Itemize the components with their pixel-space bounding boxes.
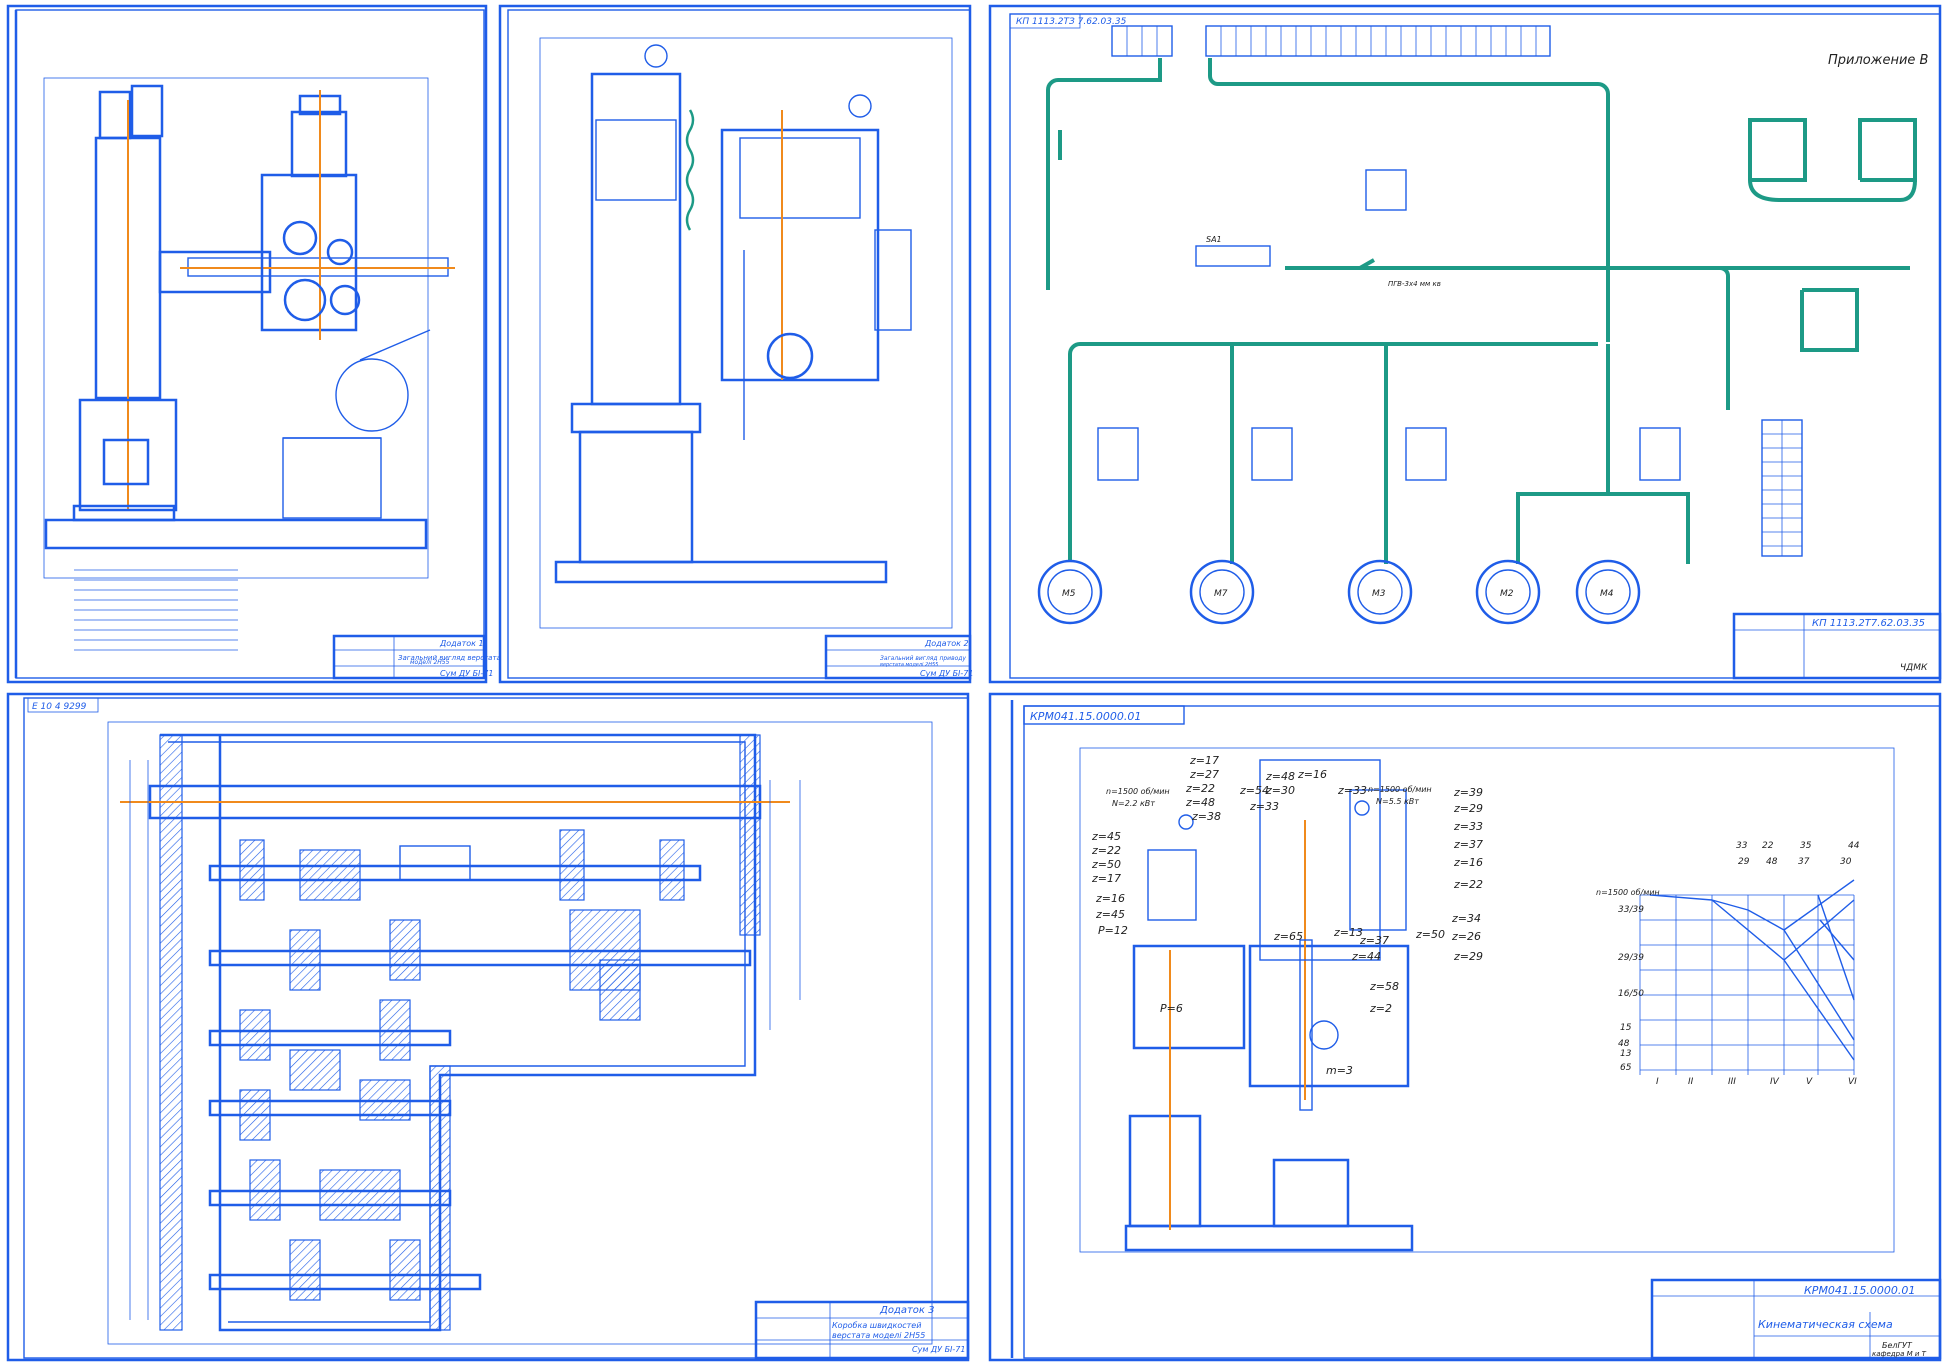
kinematic-stamp-dept: кафедра М и Т — [1872, 1350, 1927, 1358]
sheet-gearbox — [6, 692, 970, 1362]
gear-label: z=65 — [1273, 930, 1303, 943]
ratio-label: 65 — [1620, 1063, 1632, 1073]
gear-label: z=45 — [1091, 830, 1121, 843]
top-label: 37 — [1798, 857, 1810, 867]
gear-label: z=33 — [1337, 784, 1367, 797]
electrical-appendix-label: Приложение В — [1828, 53, 1929, 68]
motor-label-3: М3 — [1372, 589, 1386, 599]
top-label: 48 — [1766, 857, 1778, 867]
gear-label: z=39 — [1453, 786, 1483, 799]
top-label: 29 — [1738, 857, 1750, 867]
gear-label: z=33 — [1249, 800, 1279, 813]
gear-label: z=48 — [1265, 770, 1295, 783]
shaft-label: V — [1806, 1077, 1813, 1087]
gear-label: z=13 — [1333, 926, 1363, 939]
kinematic-stamp-org: БелГУТ — [1882, 1341, 1913, 1350]
shaft-label: II — [1688, 1077, 1694, 1087]
gear-label: z=33 — [1453, 820, 1483, 833]
gear-label: z=29 — [1453, 802, 1483, 815]
electrical-wire-label: ПГВ-3х4 мм кв — [1388, 280, 1441, 288]
motor-label-1: М5 — [1062, 589, 1076, 599]
gear-label: z=22 — [1091, 844, 1121, 857]
ratio-label: 33/39 — [1618, 905, 1644, 915]
gear-label: z=22 — [1185, 782, 1215, 795]
sheet1-stamp-model: моделі 2Н55 — [410, 659, 450, 666]
ratio-label: 16/50 — [1618, 989, 1644, 999]
speed-diagram-top-labels: 33 29 22 48 35 37 44 30 — [1736, 841, 1860, 867]
gear-label: z=54 — [1239, 784, 1269, 797]
top-label: 44 — [1848, 841, 1860, 851]
gear-label: z=30 — [1265, 784, 1295, 797]
motor2-speed: n=1500 об/мин — [1368, 785, 1432, 794]
shaft-label: III — [1728, 1077, 1736, 1087]
ratio-label: 29/39 — [1618, 953, 1644, 963]
speed-diagram-input: n=1500 об/мин — [1596, 888, 1660, 897]
shaft-label: IV — [1770, 1077, 1780, 1087]
speed-diagram-shaft-labels: I II III IV V VI — [1656, 1077, 1857, 1087]
motor-label-4: М2 — [1500, 589, 1514, 599]
sheet2-stamp-model: верстата моделі 2Н55 — [880, 662, 938, 668]
gear-label: z=38 — [1191, 810, 1221, 823]
sheet-drive-view — [498, 4, 972, 684]
gear-label: z=17 — [1189, 754, 1219, 767]
gear-label: z=26 — [1451, 930, 1481, 943]
ratio-label: 48 — [1618, 1039, 1630, 1049]
gearbox-stamp-name: Коробка швидкостей — [832, 1321, 921, 1330]
gear-label: z=16 — [1297, 768, 1327, 781]
gear-label: m=3 — [1326, 1064, 1353, 1077]
kinematic-corner-code: КРМ041.15.0000.01 — [1030, 710, 1141, 723]
sheet2-stamp-name: Загальний вигляд приводу — [880, 655, 966, 662]
gear-label: z=2 — [1369, 1002, 1392, 1015]
gear-label: z=45 — [1095, 908, 1125, 921]
sheet-general-view — [6, 4, 488, 684]
motor-label-5: М4 — [1600, 589, 1614, 599]
sheet-electrical — [988, 4, 1942, 684]
drawing-canvas: Додаток 1 Загальний вигляд верстата моде… — [6, 4, 1942, 1362]
top-label: 33 — [1736, 841, 1748, 851]
gearbox-stamp-model: верстата моделі 2Н55 — [832, 1331, 925, 1340]
gearbox-corner-code: Е 10 4 9299 — [32, 702, 87, 712]
electrical-header-code: КП 1113.2ТЗ 7.62.03.35 — [1016, 17, 1127, 27]
sheet1-stamp-code: Сум ДУ БІ-71 — [440, 669, 493, 678]
sheet2-stamp-title: Додаток 2 — [924, 639, 969, 648]
gear-label: z=37 — [1359, 934, 1389, 947]
shaft-label: VI — [1848, 1077, 1857, 1087]
motor1-power: N=2.2 кВт — [1112, 799, 1155, 808]
sheet2-stamp-code: Сум ДУ БІ-71 — [920, 669, 973, 678]
shaft-label: I — [1656, 1077, 1659, 1087]
kinematic-stamp-code: КРМ041.15.0000.01 — [1804, 1284, 1915, 1297]
motor2-power: N=5.5 кВт — [1376, 797, 1419, 806]
kinematic-stamp-title: Кинематическая схема — [1758, 1318, 1893, 1331]
electrical-stamp-code: КП 1113.2Т7.62.03.35 — [1812, 618, 1925, 629]
gear-label: z=17 — [1091, 872, 1121, 885]
gear-label: z=29 — [1453, 950, 1483, 963]
gear-label: z=48 — [1185, 796, 1215, 809]
ratio-label: 15 — [1620, 1023, 1632, 1033]
motor-label-2: М7 — [1214, 589, 1228, 599]
top-label: 22 — [1762, 841, 1774, 851]
gear-label: z=50 — [1415, 928, 1445, 941]
sheet1-stamp-title: Додаток 1 — [439, 639, 484, 648]
gear-label: z=34 — [1451, 912, 1481, 925]
gear-label: z=44 — [1351, 950, 1381, 963]
gearbox-stamp-title: Додаток 3 — [879, 1305, 935, 1316]
gear-label: z=58 — [1369, 980, 1399, 993]
gear-label: Р=12 — [1098, 924, 1128, 937]
ratio-label: 13 — [1620, 1049, 1632, 1059]
gear-label: z=27 — [1189, 768, 1219, 781]
gear-label: z=16 — [1453, 856, 1483, 869]
gearbox-stamp-code: Сум ДУ БІ-71 — [912, 1345, 965, 1354]
gear-label: Р=6 — [1160, 1002, 1183, 1015]
electrical-switch-label: SA1 — [1206, 235, 1222, 244]
gear-label: z=16 — [1095, 892, 1125, 905]
electrical-stamp-org: ЧДМК — [1900, 663, 1928, 673]
gear-label: z=37 — [1453, 838, 1483, 851]
top-label: 35 — [1800, 841, 1812, 851]
motor1-speed: n=1500 об/мин — [1106, 787, 1170, 796]
top-label: 30 — [1840, 857, 1852, 867]
gear-label: z=22 — [1453, 878, 1483, 891]
gear-label: z=50 — [1091, 858, 1121, 871]
